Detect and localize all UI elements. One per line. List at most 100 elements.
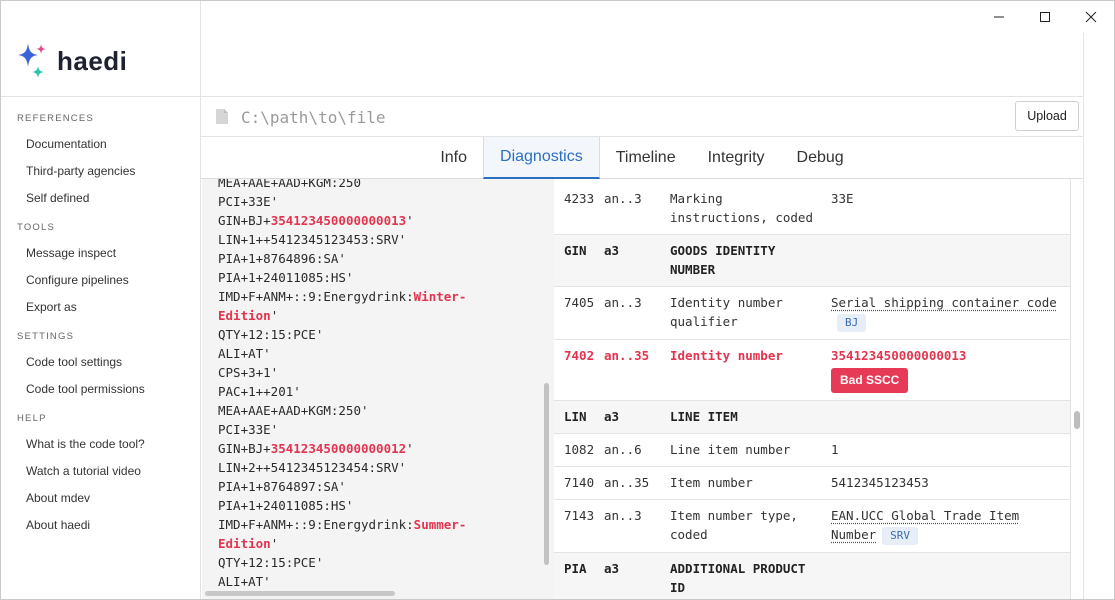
code-text: IMD+F+ANM+::9:Energydrink:: [218, 289, 414, 304]
code-line: IMD+F+ANM+::9:Energydrink:Winter-: [218, 287, 466, 306]
table-row[interactable]: 7143 an..3 Item number type, coded EAN.UCC …: [554, 499, 1070, 553]
cell-value: 33E: [831, 183, 1070, 235]
code-highlight: 354123450000000012: [270, 441, 407, 456]
logo: haedi: [17, 41, 127, 81]
sidebar-item-third-party-agencies[interactable]: Third-party agencies: [1, 158, 201, 185]
close-icon[interactable]: [1068, 1, 1114, 33]
upload-button[interactable]: Upload: [1015, 101, 1079, 131]
cell-value: Serial shipping container code BJ: [831, 286, 1070, 340]
cell-value: [831, 552, 1070, 599]
code-line: PIA+1+8764897:SA': [218, 477, 466, 496]
code-text: PAC+1++201': [218, 384, 301, 399]
code-text: IMD+F+ANM+::9:Energydrink:: [218, 517, 414, 532]
table-scrollbar[interactable]: [1074, 411, 1080, 429]
table-row[interactable]: 7140 an..35 Item number 5412345123453: [554, 466, 1070, 500]
sidebar-item-message-inspect[interactable]: Message inspect: [1, 240, 201, 267]
sidebar-item-about-haedi[interactable]: About haedi: [1, 512, 201, 539]
code-text: MEA+AAE+AAD+KGM:250: [218, 179, 361, 190]
code-line: PIA+1+8764896:SA': [218, 249, 466, 268]
sparkle-logo-icon: [18, 43, 46, 78]
sidebar-section-title: REFERENCES: [17, 113, 94, 124]
code-line: Edition': [218, 306, 466, 325]
cell-c2: an..3: [604, 499, 670, 553]
top-header-area: [201, 33, 1083, 97]
sidebar-item-about-mdev[interactable]: About mdev: [1, 485, 201, 512]
code-text: ': [406, 213, 414, 228]
table-row[interactable]: 7402 an..35 Identity number 354123450000000…: [554, 339, 1070, 401]
code-vertical-scrollbar[interactable]: [544, 383, 549, 565]
code-line: PAC+1++201': [218, 382, 466, 401]
code-text: ALI+AT': [218, 574, 271, 589]
raw-message-pane[interactable]: MEA+AAE+AAD+KGM:250 PCI+33E' GIN+BJ+ 354123…: [202, 179, 554, 599]
code-text: ALI+AT': [218, 346, 271, 361]
tab-integrity[interactable]: Integrity: [692, 137, 781, 179]
value-text: 5412345123453: [831, 475, 929, 490]
minimize-icon[interactable]: [976, 1, 1022, 33]
sidebar-item-export-as[interactable]: Export as: [1, 294, 201, 321]
tab-timeline[interactable]: Timeline: [600, 137, 692, 179]
code-text: PCI+33E': [218, 194, 279, 209]
right-strip: [1083, 33, 1114, 599]
segment-row[interactable]: PIA a3 ADDITIONAL PRODUCT ID: [554, 552, 1070, 599]
cell-c1: 7143: [554, 499, 604, 553]
cell-value: [831, 234, 1070, 287]
value-text[interactable]: Serial shipping container code: [831, 295, 1057, 310]
path-bar: Upload: [201, 97, 1083, 137]
cell-c1: 7405: [554, 286, 604, 340]
segment-row[interactable]: GIN a3 GOODS IDENTITY NUMBER: [554, 234, 1070, 287]
code-text: GIN+BJ+: [218, 213, 271, 228]
code-highlight: Winter-: [413, 289, 467, 304]
table-row[interactable]: 1082 an..6 Line item number 1: [554, 433, 1070, 467]
table-row[interactable]: 4233 an..3 Marking instructions, coded 33E: [554, 183, 1070, 235]
sidebar-item-code-tool-settings[interactable]: Code tool settings: [1, 349, 201, 376]
cell-c2: an..3: [604, 183, 670, 235]
code-text: LIN+1++5412345123453:SRV': [218, 232, 407, 247]
maximize-icon[interactable]: [1022, 1, 1068, 33]
code-highlight: Edition: [218, 536, 271, 551]
tab-debug[interactable]: Debug: [781, 137, 860, 179]
sidebar-item-code-tool-permissions[interactable]: Code tool permissions: [1, 376, 201, 403]
raw-message-text: MEA+AAE+AAD+KGM:250 PCI+33E' GIN+BJ+ 354123…: [218, 179, 466, 591]
cell-c3: Item number type, coded: [670, 499, 831, 553]
segment-row[interactable]: LIN a3 LINE ITEM: [554, 400, 1070, 434]
code-highlight: Edition: [218, 308, 271, 323]
app-window: haedi REFERENCES Documentation Third-party…: [0, 0, 1115, 600]
window-controls: [976, 1, 1114, 33]
code-tag: SRV: [882, 527, 919, 545]
code-text: PCI+33E': [218, 422, 279, 437]
sidebar-item-configure-pipelines[interactable]: Configure pipelines: [1, 267, 201, 294]
path-input[interactable]: [241, 105, 1001, 129]
cell-c2: an..3: [604, 286, 670, 340]
sidebar-item-what-is-the-code-tool[interactable]: What is the code tool?: [1, 431, 201, 458]
value-text: 33E: [831, 191, 854, 206]
tab-info[interactable]: Info: [424, 137, 483, 179]
cell-c3: ADDITIONAL PRODUCT ID: [670, 552, 831, 599]
sidebar-item-documentation[interactable]: Documentation: [1, 131, 201, 158]
table-row[interactable]: 7405 an..3 Identity number qualifier Serial…: [554, 286, 1070, 340]
code-line: Edition': [218, 534, 466, 553]
code-line: CPS+3+1': [218, 363, 466, 382]
code-highlight: Summer-: [413, 517, 467, 532]
sidebar-item-self-defined[interactable]: Self defined: [1, 185, 201, 212]
code-horizontal-scrollbar[interactable]: [205, 591, 395, 596]
logo-divider: [1, 96, 201, 97]
cell-c1: 7402: [554, 339, 604, 401]
code-line: MEA+AAE+AAD+KGM:250': [218, 401, 466, 420]
cell-c3: GOODS IDENTITY NUMBER: [670, 234, 831, 287]
sidebar-item-watch-a-tutorial-video[interactable]: Watch a tutorial video: [1, 458, 201, 485]
sidebar-nav: REFERENCES Documentation Third-party agenc…: [1, 107, 201, 539]
value-text[interactable]: EAN.UCC Global Trade Item Number: [831, 508, 1019, 542]
code-line: PCI+33E': [218, 420, 466, 439]
code-text: ': [406, 441, 414, 456]
code-line: PIA+1+24011085:HS': [218, 268, 466, 287]
code-text: LIN+2++5412345123454:SRV': [218, 460, 407, 475]
code-text: ': [270, 308, 279, 323]
cell-c1: PIA: [554, 552, 604, 599]
cell-c2: an..6: [604, 433, 670, 467]
tab-bar: Info Diagnostics Timeline Integrity Debug: [201, 137, 1083, 179]
segment-table: 4233 an..3 Marking instructions, coded 33E G…: [554, 183, 1070, 599]
cell-c3: Marking instructions, coded: [670, 183, 831, 235]
sidebar-section-title: SETTINGS: [17, 331, 75, 342]
code-text: QTY+12:15:PCE': [218, 327, 324, 342]
tab-diagnostics[interactable]: Diagnostics: [483, 137, 600, 179]
